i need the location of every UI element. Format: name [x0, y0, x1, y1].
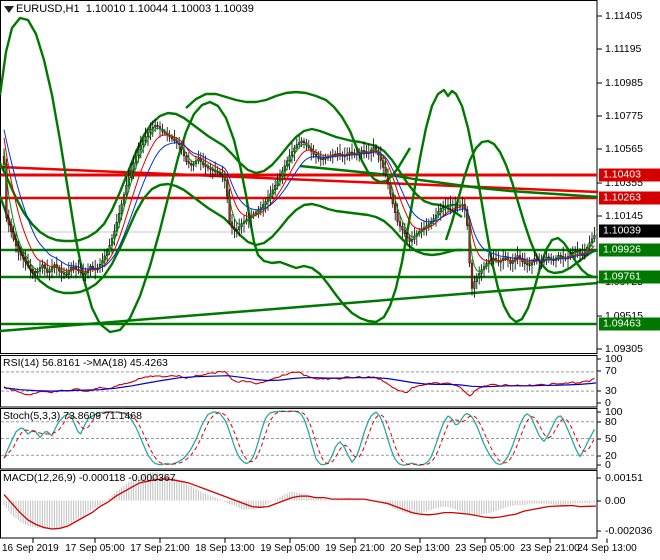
price-level-badge: 1.09926: [599, 243, 660, 257]
chart-title: EURUSD,H1 1.10010 1.10044 1.10003 1.1003…: [16, 3, 254, 15]
price-level-badge: 1.10039: [599, 224, 660, 238]
time-tick-label: 17 Sep 05:00: [65, 543, 125, 554]
stoch-tick-label: 50: [605, 433, 617, 445]
price-tick-label: 1.10145: [605, 210, 643, 222]
time-tick-label: 19 Sep 21:00: [325, 543, 385, 554]
stoch-indicator-label: Stoch(5,3,3) 73.8609 71.1468: [3, 410, 142, 422]
time-tick-label: 19 Sep 05:00: [260, 543, 320, 554]
macd-indicator-label: MACD(12,26,9) -0.000118 -0.000367: [3, 472, 176, 484]
time-tick-label: 17 Sep 21:00: [130, 543, 190, 554]
symbol-dropdown-icon[interactable]: [4, 6, 14, 13]
stoch-tick-label: 0: [605, 459, 611, 471]
price-level-badge: 1.09463: [599, 317, 660, 331]
price-tick-label: 1.10775: [605, 110, 643, 122]
price-level-badge: 1.09761: [599, 270, 660, 284]
time-tick-label: 23 Sep 05:00: [455, 543, 515, 554]
price-level-badge: 1.10403: [599, 168, 660, 182]
chart-window: EURUSD,H1 1.10010 1.10044 1.10003 1.1003…: [0, 0, 660, 560]
time-tick-label: 18 Sep 13:00: [195, 543, 255, 554]
chart-title-ohlc: 1.10010 1.10044 1.10003 1.10039: [85, 3, 254, 15]
price-tick-label: 1.10985: [605, 77, 643, 89]
time-tick-label: 20 Sep 13:00: [390, 543, 450, 554]
time-tick-label: 24 Sep 13:00: [577, 543, 637, 554]
rsi-tick-label: 30: [605, 385, 617, 397]
chart-title-symbol: EURUSD,H1: [16, 3, 80, 15]
time-tick-label: 16 Sep 2019: [2, 543, 59, 554]
macd-tick-label: 0.00151: [605, 472, 643, 484]
rsi-tick-label: 100: [605, 353, 623, 365]
rsi-indicator-label: RSI(14) 56.8161 ->MA(18) 45.4263: [3, 357, 168, 369]
macd-tick-label: 0.00: [605, 495, 626, 507]
price-level-badge: 1.10263: [599, 191, 660, 205]
price-tick-label: 1.10565: [605, 143, 643, 155]
rsi-tick-label: 70: [605, 365, 617, 377]
time-tick-label: 23 Sep 21:00: [520, 543, 580, 554]
stoch-tick-label: 80: [605, 416, 617, 428]
price-tick-label: 1.11405: [605, 10, 643, 22]
price-tick-label: 1.11195: [605, 43, 642, 55]
macd-tick-label: -0.002036: [605, 525, 653, 537]
